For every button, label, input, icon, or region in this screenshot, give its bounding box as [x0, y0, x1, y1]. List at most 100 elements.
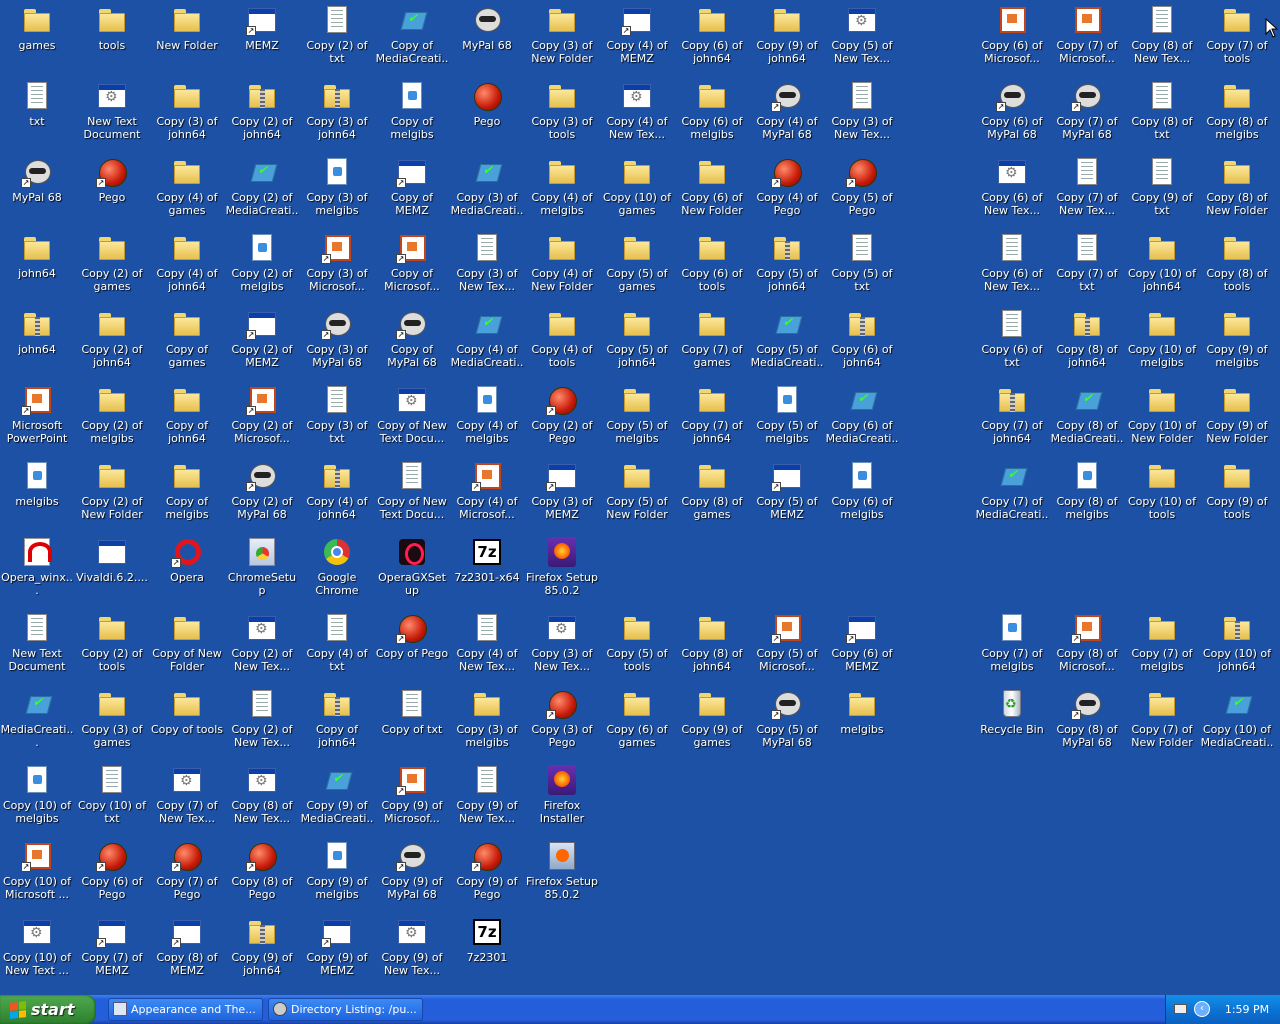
desktop-icon[interactable]: Copy (2) of melgibs [225, 228, 299, 302]
desktop-icon[interactable]: ↗ Copy (2) of Pego [525, 380, 599, 454]
desktop-icon[interactable]: ↗ Copy (6) of MyPal 68 [975, 76, 1049, 150]
desktop-icon[interactable]: ↗ Copy (4) of MEMZ [600, 0, 674, 74]
desktop-icon[interactable]: Copy (8) of john64 [1050, 304, 1124, 378]
desktop-icon[interactable]: ↗ Copy (7) of Pego [150, 836, 224, 910]
desktop-icon[interactable]: Copy (5) of New Folder [600, 456, 674, 530]
desktop-icon[interactable]: Copy (9) of MediaCreati... [300, 760, 374, 834]
desktop-icon[interactable]: Copy (5) of melgibs [750, 380, 824, 454]
desktop-icon[interactable]: Copy (3) of New Tex... [525, 608, 599, 682]
desktop-icon[interactable]: ↗ Copy (4) of Pego [750, 152, 824, 226]
desktop-icon[interactable]: Copy (4) of tools [525, 304, 599, 378]
desktop-icon[interactable]: Copy (7) of Microsof... [1050, 0, 1124, 74]
desktop-icon[interactable]: Copy (7) of txt [1050, 228, 1124, 302]
desktop-icon[interactable]: Copy (5) of tools [600, 608, 674, 682]
desktop-icon[interactable]: ↗ Copy (5) of Microsof... [750, 608, 824, 682]
desktop-icon[interactable]: ↗ Copy (3) of Pego [525, 684, 599, 758]
desktop-icon[interactable]: ↗ Copy (8) of MyPal 68 [1050, 684, 1124, 758]
desktop-icon[interactable]: Copy (6) of games [600, 684, 674, 758]
desktop-icon[interactable]: Copy (4) of New Tex... [450, 608, 524, 682]
desktop-icon[interactable]: Copy (4) of john64 [300, 456, 374, 530]
desktop-icon[interactable]: Copy (2) of MediaCreati... [225, 152, 299, 226]
desktop-icon[interactable]: Copy (10) of john64 [1125, 228, 1199, 302]
desktop-icon[interactable]: Copy (7) of MediaCreati... [975, 456, 1049, 530]
desktop-icon[interactable]: Copy (9) of tools [1200, 456, 1274, 530]
show-hidden-icons-chevron-icon[interactable]: ‹ [1194, 1001, 1210, 1017]
desktop-icon[interactable]: ↗ Copy (7) of MyPal 68 [1050, 76, 1124, 150]
desktop-icon[interactable]: Copy (5) of john64 [600, 304, 674, 378]
desktop-icon[interactable]: ↗ Copy (8) of MEMZ [150, 912, 224, 986]
desktop-icon[interactable]: Copy (2) of john64 [225, 76, 299, 150]
desktop-icon[interactable]: Copy (7) of games [675, 304, 749, 378]
desktop-icon[interactable]: Copy (10) of New Text ... [0, 912, 74, 986]
desktop-icon[interactable]: ↗ Copy (6) of MEMZ [825, 608, 899, 682]
desktop-icon[interactable]: Copy of New Text Docu... [375, 380, 449, 454]
desktop-icon[interactable]: ↗ Copy of MEMZ [375, 152, 449, 226]
desktop-icon[interactable]: Copy (10) of MediaCreati... [1200, 684, 1274, 758]
desktop-icon[interactable]: Copy (6) of john64 [825, 304, 899, 378]
desktop-icon[interactable]: Copy (2) of tools [75, 608, 149, 682]
desktop-icon[interactable]: Copy (3) of melgibs [300, 152, 374, 226]
desktop-icon[interactable]: Copy (7) of New Folder [1125, 684, 1199, 758]
desktop-icon[interactable]: ↗ Copy (9) of MEMZ [300, 912, 374, 986]
desktop-icon[interactable]: melgibs [0, 456, 74, 530]
desktop-icon[interactable]: 7z 7z2301 [450, 912, 524, 986]
desktop-icon[interactable]: Copy (7) of New Tex... [150, 760, 224, 834]
desktop-icon[interactable]: OperaGXSetup [375, 532, 449, 606]
desktop-icon[interactable]: Recycle Bin [975, 684, 1049, 758]
desktop-icon[interactable]: Copy (2) of melgibs [75, 380, 149, 454]
desktop-icon[interactable]: Copy (2) of New Tex... [225, 684, 299, 758]
desktop-icon[interactable]: Firefox Setup 85.0.2 [525, 836, 599, 910]
desktop-icon[interactable]: Copy (4) of txt [300, 608, 374, 682]
desktop-icon[interactable]: Copy (9) of john64 [750, 0, 824, 74]
desktop-icon[interactable]: Copy (7) of john64 [675, 380, 749, 454]
desktop-icon[interactable]: Copy (8) of txt [1125, 76, 1199, 150]
clock[interactable]: 1:59 PM [1218, 995, 1276, 1024]
desktop-icon[interactable]: ↗ Microsoft PowerPoint [0, 380, 74, 454]
desktop-icon[interactable]: Copy (6) of New Tex... [975, 152, 1049, 226]
desktop-icon[interactable]: ↗ Copy of Pego [375, 608, 449, 682]
desktop-icon[interactable]: ↗ Copy (2) of MEMZ [225, 304, 299, 378]
desktop-icon[interactable]: Copy (4) of New Folder [525, 228, 599, 302]
desktop-icon[interactable]: Copy (3) of tools [525, 76, 599, 150]
desktop-icon[interactable]: Copy (10) of games [600, 152, 674, 226]
desktop-icon[interactable]: Copy (4) of melgibs [525, 152, 599, 226]
desktop-icon[interactable]: Copy (3) of john64 [150, 76, 224, 150]
desktop-icon[interactable]: Copy (9) of txt [1125, 152, 1199, 226]
desktop-icon[interactable]: Copy (5) of MediaCreati... [750, 304, 824, 378]
desktop-icon[interactable]: Copy (5) of melgibs [600, 380, 674, 454]
desktop-icon[interactable]: ↗ Copy (6) of Pego [75, 836, 149, 910]
desktop-icon[interactable]: Copy (5) of txt [825, 228, 899, 302]
desktop-icon[interactable]: Vivaldi.6.2.... [75, 532, 149, 606]
desktop-icon[interactable]: Copy (7) of melgibs [1125, 608, 1199, 682]
desktop-icon[interactable]: ↗ Copy (2) of MyPal 68 [225, 456, 299, 530]
desktop-icon[interactable]: Copy (7) of john64 [975, 380, 1049, 454]
desktop-icon[interactable]: Copy (3) of melgibs [450, 684, 524, 758]
desktop-icon[interactable]: 7z 7z2301-x64 [450, 532, 524, 606]
desktop-icon[interactable]: MyPal 68 [450, 0, 524, 74]
desktop-icon[interactable]: ↗ Copy (4) of MyPal 68 [750, 76, 824, 150]
desktop-icon[interactable]: Copy (8) of tools [1200, 228, 1274, 302]
desktop-icon[interactable]: txt [0, 76, 74, 150]
desktop-icon[interactable]: Copy (3) of New Tex... [450, 228, 524, 302]
desktop-icon[interactable]: john64 [0, 304, 74, 378]
desktop-icon[interactable]: Copy (8) of melgibs [1050, 456, 1124, 530]
desktop-icon[interactable]: Copy of games [150, 304, 224, 378]
desktop-icon[interactable]: Copy of tools [150, 684, 224, 758]
desktop-icon[interactable]: ↗ Copy (5) of MyPal 68 [750, 684, 824, 758]
desktop-icon[interactable]: New Text Document [0, 608, 74, 682]
desktop-icon[interactable]: Copy (2) of games [75, 228, 149, 302]
desktop-icon[interactable]: Copy (6) of melgibs [825, 456, 899, 530]
desktop-icon[interactable]: Copy of melgibs [375, 76, 449, 150]
desktop-icon[interactable]: Copy (7) of New Tex... [1050, 152, 1124, 226]
desktop-icon[interactable]: Firefox Setup 85.0.2 [525, 532, 599, 606]
desktop-icon[interactable]: Copy (3) of New Tex... [825, 76, 899, 150]
desktop-icon[interactable]: ↗ Copy (2) of Microsof... [225, 380, 299, 454]
desktop-icon[interactable]: Copy (8) of New Folder [1200, 152, 1274, 226]
desktop-icon[interactable]: Pego [450, 76, 524, 150]
desktop-icon[interactable]: Copy (2) of New Tex... [225, 608, 299, 682]
desktop-icon[interactable]: ↗ Copy (9) of Microsof... [375, 760, 449, 834]
desktop-icon[interactable]: ↗ Copy (3) of MyPal 68 [300, 304, 374, 378]
desktop-icon[interactable]: Copy of melgibs [150, 456, 224, 530]
desktop-icon[interactable]: Copy (5) of games [600, 228, 674, 302]
desktop-icon[interactable]: Copy (8) of john64 [675, 608, 749, 682]
